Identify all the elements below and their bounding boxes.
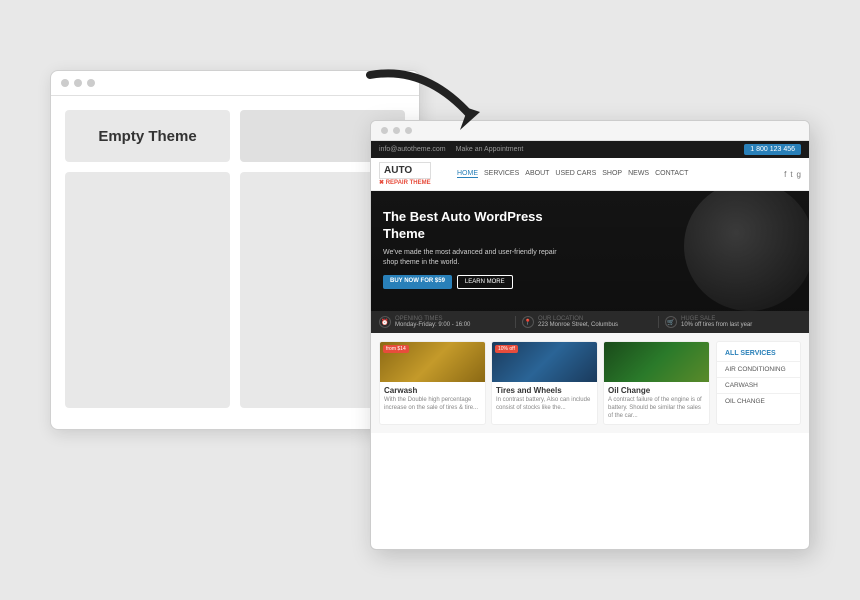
facebook-icon[interactable]: f [784,170,786,179]
nav-services[interactable]: SERVICES [484,170,519,178]
hero-section: The Best Auto WordPress Theme We've made… [371,191,809,311]
logo-text: AUTO [379,162,431,179]
empty-main-content [65,172,230,408]
location-icon: 📍 [522,316,534,328]
sale-icon: 🛒 [665,316,677,328]
tires-info: Tires and Wheels In contrast battery, Al… [492,382,597,417]
hero-subtitle: We've made the most advanced and user-fr… [383,248,563,268]
sidebar-all-services[interactable]: ALL SERVICES [717,346,800,362]
carwash-title: Carwash [384,386,481,395]
nav-home[interactable]: HOME [457,170,478,178]
oil-desc: A contract failure of the engine is of b… [608,397,705,420]
nav-shop[interactable]: SHOP [602,170,622,178]
service-card-oil: Oil Change A contract failure of the eng… [603,341,710,425]
oil-image [604,342,709,382]
services-sidebar: ALL SERVICES AIR CONDITIONING CARWASH OI… [716,341,801,425]
nav-links: HOME SERVICES ABOUT USED CARS SHOP NEWS … [457,170,776,178]
buy-now-button[interactable]: BUY NOW FOR $59 [383,275,452,289]
location-value: 223 Monroe Street, Columbus [538,322,618,328]
opening-value: Monday-Friday: 9:00 - 16:00 [395,322,470,328]
info-strip: ⏰ OPENING TIMES Monday-Friday: 9:00 - 16… [371,311,809,333]
opening-times: ⏰ OPENING TIMES Monday-Friday: 9:00 - 16… [379,316,516,328]
browser-dot-2 [74,79,82,87]
social-icons: f t g [784,170,801,179]
learn-more-button[interactable]: LEARN MORE [457,275,513,289]
location-info: 📍 OUR LOCATION 223 Monroe Street, Columb… [522,316,659,328]
auto-theme-content: info@autotheme.com Make an Appointment 1… [371,141,809,543]
sidebar-oil-change[interactable]: OIL CHANGE [717,394,800,409]
service-card-tires: 10% off Tires and Wheels In contrast bat… [491,341,598,425]
sale-value: 10% off tires from last year [681,322,752,328]
sidebar-carwash[interactable]: CARWASH [717,378,800,394]
browser-dot-1 [61,79,69,87]
result-theme-browser: info@autotheme.com Make an Appointment 1… [370,120,810,550]
hero-title: The Best Auto WordPress Theme [383,209,563,243]
sidebar-air-conditioning[interactable]: AIR CONDITIONING [717,362,800,378]
clock-icon: ⏰ [379,316,391,328]
carwash-info: Carwash With the Double high percentage … [380,382,485,417]
nav-about[interactable]: ABOUT [525,170,549,178]
nav-contact[interactable]: CONTACT [655,170,688,178]
browser-dot-3 [87,79,95,87]
oil-info: Oil Change A contract failure of the eng… [604,382,709,424]
service-card-carwash: from $14 Carwash With the Double high pe… [379,341,486,425]
nav-used-cars[interactable]: USED CARS [555,170,596,178]
oil-title: Oil Change [608,386,705,395]
services-section: from $14 Carwash With the Double high pe… [371,333,809,433]
carwash-badge: from $14 [383,345,409,353]
carwash-image: from $14 [380,342,485,382]
main-navigation: AUTO ✖ REPAIR THEME HOME SERVICES ABOUT … [371,158,809,191]
transformation-arrow [360,60,490,150]
logo-subtitle: ✖ REPAIR THEME [379,179,431,186]
sale-info: 🛒 HUGE SALE 10% off tires from last year [665,316,801,328]
hero-tire-graphic [684,191,809,311]
carwash-desc: With the Double high percentage increase… [384,397,481,413]
gplus-icon[interactable]: g [797,170,801,179]
phone-button[interactable]: 1 800 123 456 [744,144,801,155]
empty-theme-label: Empty Theme [65,110,230,162]
tires-image: 10% off [492,342,597,382]
nav-news[interactable]: NEWS [628,170,649,178]
tires-badge: 10% off [495,345,518,353]
main-scene: Empty Theme info@autotheme.com Make an A… [50,40,810,560]
tires-desc: In contrast battery, Also can include co… [496,397,593,413]
twitter-icon[interactable]: t [790,170,792,179]
logo: AUTO ✖ REPAIR THEME [379,162,449,186]
tires-title: Tires and Wheels [496,386,593,395]
service-cards-list: from $14 Carwash With the Double high pe… [379,341,710,425]
